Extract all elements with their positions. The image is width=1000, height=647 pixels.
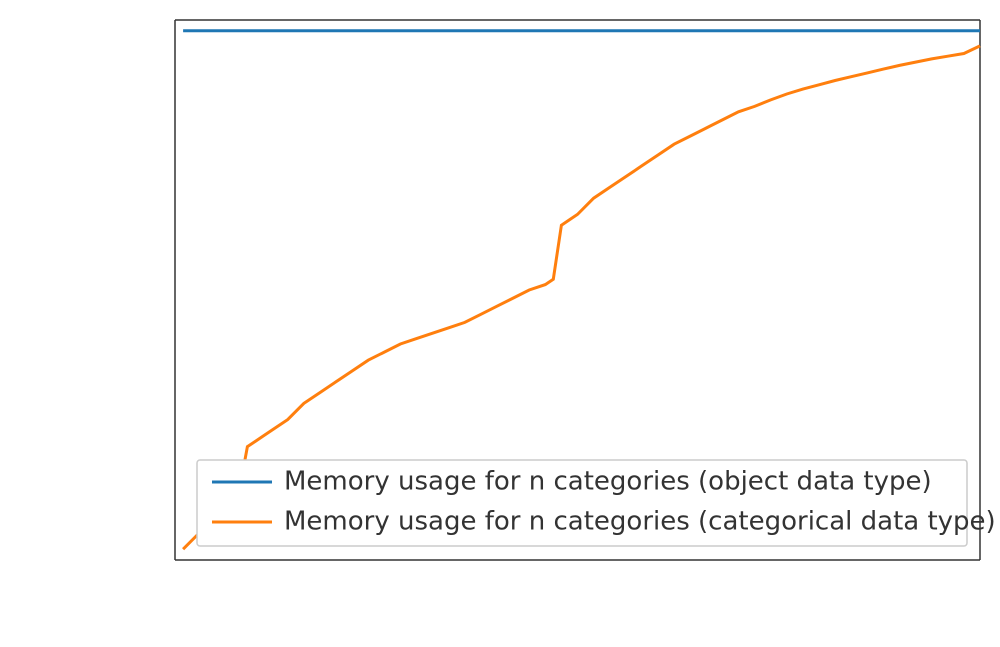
chart-svg: Memory usage for n categories (object da… (0, 0, 1000, 647)
figure-bg (0, 0, 1000, 647)
legend: Memory usage for n categories (object da… (197, 460, 996, 546)
legend-label-categorical: Memory usage for n categories (categoric… (284, 507, 996, 537)
chart-container: Memory usage for n categories (object da… (0, 0, 1000, 647)
legend-label-object: Memory usage for n categories (object da… (284, 467, 932, 497)
